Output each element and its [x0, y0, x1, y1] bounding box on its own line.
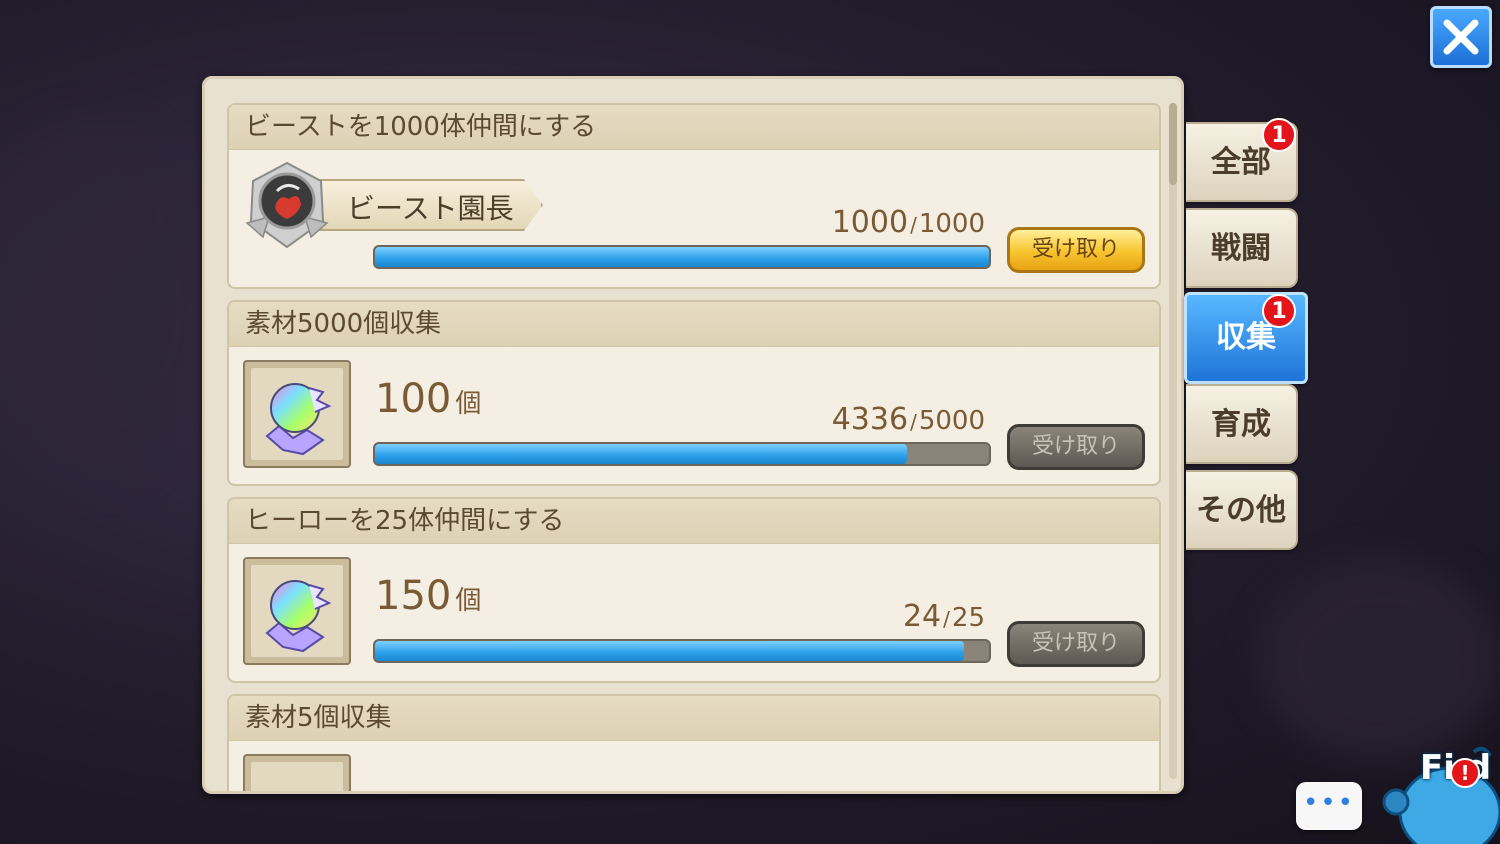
progress-separator: / [910, 213, 917, 237]
progress-bar [373, 245, 991, 269]
mission-title: 素材5000個収集 [229, 302, 1159, 347]
close-button[interactable] [1430, 6, 1492, 68]
mission-title: 素材5個収集 [229, 696, 1159, 741]
notification-badge: 1 [1262, 294, 1296, 328]
reward-item [243, 360, 351, 468]
progress-separator: / [910, 410, 917, 434]
mission-card: ビーストを1000体仲間にする ビースト園長 1000/1000 受け取り [227, 103, 1161, 289]
reward-amount-unit: 個 [455, 586, 482, 616]
progress-max: 1000 [918, 209, 985, 239]
progress-text: 1000/1000 [832, 205, 985, 240]
claim-button[interactable]: 受け取り [1007, 621, 1145, 667]
mission-title: ビーストを1000体仲間にする [229, 105, 1159, 150]
reward-amount: 150 個 [375, 573, 481, 619]
reward-title-text: ビースト園長 [347, 192, 514, 225]
progress-text: 4336/5000 [832, 402, 985, 437]
progress-max: 25 [951, 603, 985, 633]
progress-bar [373, 442, 991, 466]
progress-max: 5000 [918, 406, 985, 436]
claim-button[interactable]: 受け取り [1007, 227, 1145, 273]
rainbow-crystal-icon [265, 580, 332, 653]
progress-bar-fill [375, 247, 989, 267]
reward-amount-number: 150 [375, 573, 452, 619]
tab-training[interactable]: 育成 [1186, 384, 1298, 464]
close-icon [1443, 19, 1479, 55]
tab-label: 育成 [1211, 407, 1271, 442]
reward-amount: 100 個 [375, 376, 481, 422]
tab-label: その他 [1196, 493, 1286, 528]
reward-item [243, 754, 351, 791]
tab-label: 戦闘 [1211, 231, 1271, 266]
tab-label: 収集 [1216, 320, 1276, 355]
mission-card: 素材5個収集 [227, 694, 1161, 791]
progress-separator: / [943, 607, 950, 631]
mission-card: 素材5000個収集 100 個 4336/5000 受け取り [227, 300, 1161, 486]
claim-button[interactable]: 受け取り [1007, 424, 1145, 470]
tab-battle[interactable]: 戦闘 [1186, 208, 1298, 288]
progress-current: 24 [902, 599, 942, 634]
progress-bar [373, 639, 991, 663]
progress-bar-fill [375, 641, 965, 661]
tab-label: 全部 [1211, 145, 1271, 180]
reward-amount-unit: 個 [455, 389, 482, 419]
tab-other[interactable]: その他 [1186, 470, 1298, 550]
mission-card: ヒーローを25体仲間にする 150 個 24/25 受け取り [227, 497, 1161, 683]
progress-current: 1000 [831, 205, 909, 240]
alert-badge: ! [1450, 758, 1480, 788]
chat-button[interactable]: ••• [1296, 782, 1362, 830]
scrollbar-thumb[interactable] [1169, 103, 1177, 185]
reward-item [243, 557, 351, 665]
mission-panel: ビーストを1000体仲間にする ビースト園長 1000/1000 受け取り 素材… [202, 76, 1184, 794]
rainbow-crystal-icon [265, 383, 332, 456]
background-shape [0, 120, 220, 480]
beast-emblem-icon [245, 161, 329, 249]
reward-amount-number: 100 [375, 376, 452, 422]
progress-current: 4336 [831, 402, 909, 437]
mission-title: ヒーローを25体仲間にする [229, 499, 1159, 544]
background-shape [1260, 560, 1500, 760]
reward-title-badge: ビースト園長 [243, 161, 555, 251]
scrollbar[interactable] [1169, 103, 1177, 779]
progress-text: 24/25 [903, 599, 985, 634]
progress-bar-fill [375, 444, 908, 464]
notification-badge: 1 [1262, 118, 1296, 152]
chat-dots-icon: ••• [1302, 788, 1355, 818]
